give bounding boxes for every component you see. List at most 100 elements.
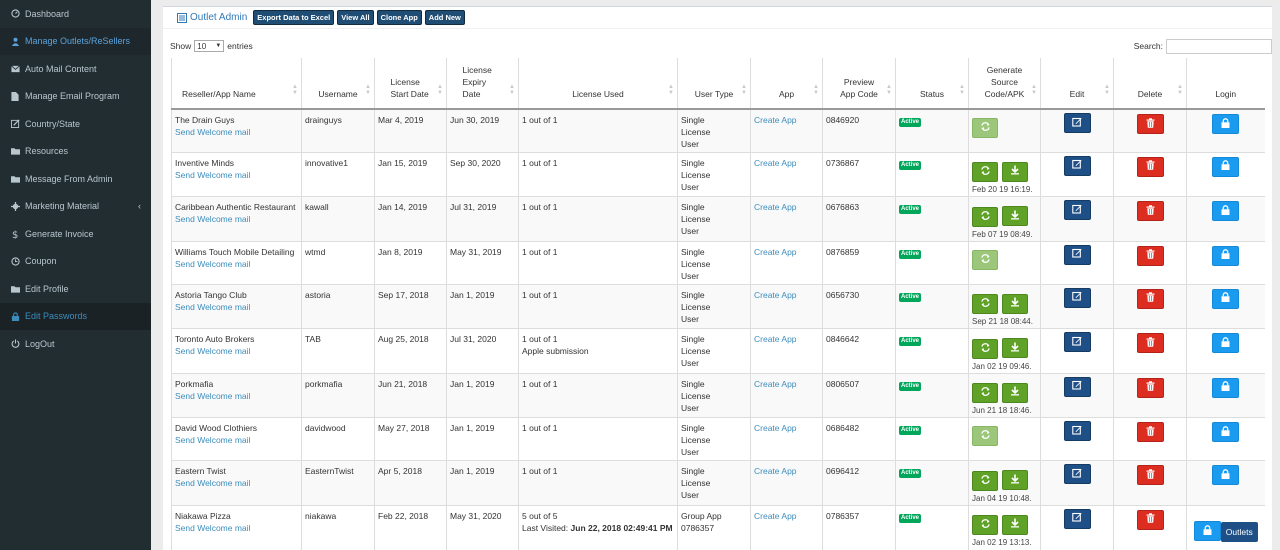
send-welcome-mail-link[interactable]: Send Welcome mail — [175, 258, 298, 270]
create-app-link[interactable]: Create App — [754, 379, 797, 389]
login-button[interactable] — [1212, 333, 1240, 353]
send-welcome-mail-link[interactable]: Send Welcome mail — [175, 126, 298, 138]
create-app-link[interactable]: Create App — [754, 423, 797, 433]
delete-button[interactable] — [1136, 201, 1164, 221]
sidebar-item-manage-outlets-resellers[interactable]: Manage Outlets/ReSellers — [0, 27, 151, 55]
send-welcome-mail-link[interactable]: Send Welcome mail — [175, 301, 298, 313]
send-welcome-mail-link[interactable]: Send Welcome mail — [175, 390, 298, 402]
sidebar-item-logout[interactable]: LogOut — [0, 330, 151, 358]
column-header-app[interactable]: App ▲ ▼ — [750, 58, 823, 110]
create-app-link[interactable]: Create App — [754, 247, 797, 257]
add-new-button[interactable]: Add New — [424, 10, 465, 25]
column-header-reseller-app-name[interactable]: Reseller/App Name ▲ ▼ — [171, 58, 302, 110]
download-apk-button[interactable] — [1002, 161, 1028, 182]
regenerate-button[interactable] — [972, 294, 998, 314]
delete-button[interactable] — [1136, 156, 1164, 177]
entries-select[interactable]: 10 ▼ — [194, 40, 225, 52]
delete-button[interactable] — [1136, 465, 1164, 485]
regenerate-button[interactable] — [972, 118, 998, 138]
create-app-link[interactable]: Create App — [754, 115, 797, 125]
sidebar-item-marketing-material[interactable]: Marketing Material ‹ — [0, 193, 151, 221]
delete-button[interactable] — [1136, 377, 1164, 398]
column-header-user-type[interactable]: User Type ▲ ▼ — [677, 58, 751, 110]
send-welcome-mail-link[interactable]: Send Welcome mail — [175, 522, 298, 534]
column-header-delete[interactable]: Delete ▲ ▼ — [1113, 58, 1187, 110]
outlets-button[interactable]: Outlets — [1220, 521, 1258, 542]
sidebar-item-auto-mail-content[interactable]: Auto Mail Content — [0, 55, 151, 83]
login-button[interactable] — [1212, 114, 1240, 134]
send-welcome-mail-link[interactable]: Send Welcome mail — [175, 477, 298, 489]
login-button[interactable] — [1212, 156, 1240, 177]
edit-button[interactable] — [1063, 244, 1091, 265]
edit-button[interactable] — [1063, 464, 1091, 484]
search-input[interactable] — [1166, 38, 1272, 54]
edit-button[interactable] — [1063, 421, 1091, 441]
download-apk-button[interactable] — [1002, 514, 1028, 535]
create-app-link[interactable]: Create App — [754, 290, 797, 300]
download-apk-button[interactable] — [1002, 338, 1028, 358]
create-app-link[interactable]: Create App — [754, 466, 797, 476]
column-header-status[interactable]: Status ▲ ▼ — [895, 58, 969, 110]
sidebar-item-manage-email-program[interactable]: Manage Email Program — [0, 83, 151, 111]
column-header-login[interactable]: Login — [1186, 58, 1265, 110]
view-all-button[interactable]: View All — [337, 10, 374, 25]
regenerate-button[interactable] — [972, 426, 998, 446]
send-welcome-mail-link[interactable]: Send Welcome mail — [175, 434, 298, 446]
edit-button[interactable] — [1063, 155, 1091, 176]
create-app-link[interactable]: Create App — [754, 511, 797, 521]
delete-button[interactable] — [1136, 333, 1164, 353]
edit-button[interactable] — [1063, 376, 1091, 397]
sidebar-item-dashboard[interactable]: Dashboard — [0, 0, 151, 28]
download-apk-button[interactable] — [1002, 470, 1028, 490]
edit-button[interactable] — [1063, 508, 1091, 529]
delete-button[interactable] — [1136, 245, 1164, 266]
column-header-edit[interactable]: Edit ▲ ▼ — [1040, 58, 1114, 110]
sidebar-item-resources[interactable]: Resources — [0, 138, 151, 166]
sidebar-item-coupon[interactable]: Coupon — [0, 248, 151, 276]
sidebar-item-edit-profile[interactable]: Edit Profile — [0, 275, 151, 303]
send-welcome-mail-link[interactable]: Send Welcome mail — [175, 169, 298, 181]
regenerate-button[interactable] — [972, 470, 998, 491]
delete-button[interactable] — [1136, 509, 1164, 530]
login-button[interactable] — [1212, 201, 1240, 221]
edit-button[interactable] — [1063, 332, 1091, 352]
regenerate-button[interactable] — [972, 338, 998, 359]
login-button[interactable] — [1212, 245, 1240, 266]
delete-button[interactable] — [1136, 288, 1164, 309]
column-header-license-expiry-date[interactable]: License Expiry Date ▲ ▼ — [446, 58, 519, 110]
login-button[interactable] — [1212, 422, 1240, 442]
edit-button[interactable] — [1063, 113, 1091, 133]
regenerate-button[interactable] — [972, 515, 998, 535]
download-apk-button[interactable] — [1002, 293, 1028, 314]
regenerate-button[interactable] — [972, 162, 998, 182]
sidebar-item-generate-invoice[interactable]: $ Generate Invoice — [0, 220, 151, 248]
column-header-license-used[interactable]: License Used ▲ ▼ — [518, 58, 678, 110]
sidebar-item-message-from-admin[interactable]: Message From Admin — [0, 165, 151, 193]
download-apk-button[interactable] — [1002, 206, 1028, 226]
column-header-license-start-date[interactable]: License Start Date ▲ ▼ — [374, 58, 447, 110]
export-excel-button[interactable]: Export Data to Excel — [253, 10, 335, 25]
column-header-generate-source-code-apk[interactable]: Generate Source Code/APK ▲ ▼ — [968, 58, 1041, 110]
login-button[interactable] — [1212, 288, 1240, 309]
clone-app-button[interactable]: Clone App — [376, 10, 422, 25]
regenerate-button[interactable] — [972, 383, 998, 403]
login-button[interactable] — [1193, 521, 1221, 541]
create-app-link[interactable]: Create App — [754, 334, 797, 344]
edit-button[interactable] — [1063, 200, 1091, 220]
login-button[interactable] — [1212, 377, 1240, 398]
edit-button[interactable] — [1063, 287, 1091, 308]
send-welcome-mail-link[interactable]: Send Welcome mail — [175, 213, 298, 225]
sidebar-item-country-state[interactable]: Country/State — [0, 110, 151, 138]
column-header-username[interactable]: Username ▲ ▼ — [301, 58, 375, 110]
regenerate-button[interactable] — [972, 249, 998, 270]
sidebar-item-edit-passwords[interactable]: Edit Passwords — [0, 302, 151, 330]
delete-button[interactable] — [1136, 114, 1164, 134]
create-app-link[interactable]: Create App — [754, 158, 797, 168]
login-button[interactable] — [1212, 465, 1240, 485]
create-app-link[interactable]: Create App — [754, 202, 797, 212]
column-header-preview-app-code[interactable]: Preview App Code ▲ ▼ — [822, 58, 896, 110]
delete-button[interactable] — [1136, 422, 1164, 442]
download-apk-button[interactable] — [1002, 382, 1028, 403]
regenerate-button[interactable] — [972, 206, 998, 227]
send-welcome-mail-link[interactable]: Send Welcome mail — [175, 345, 298, 357]
